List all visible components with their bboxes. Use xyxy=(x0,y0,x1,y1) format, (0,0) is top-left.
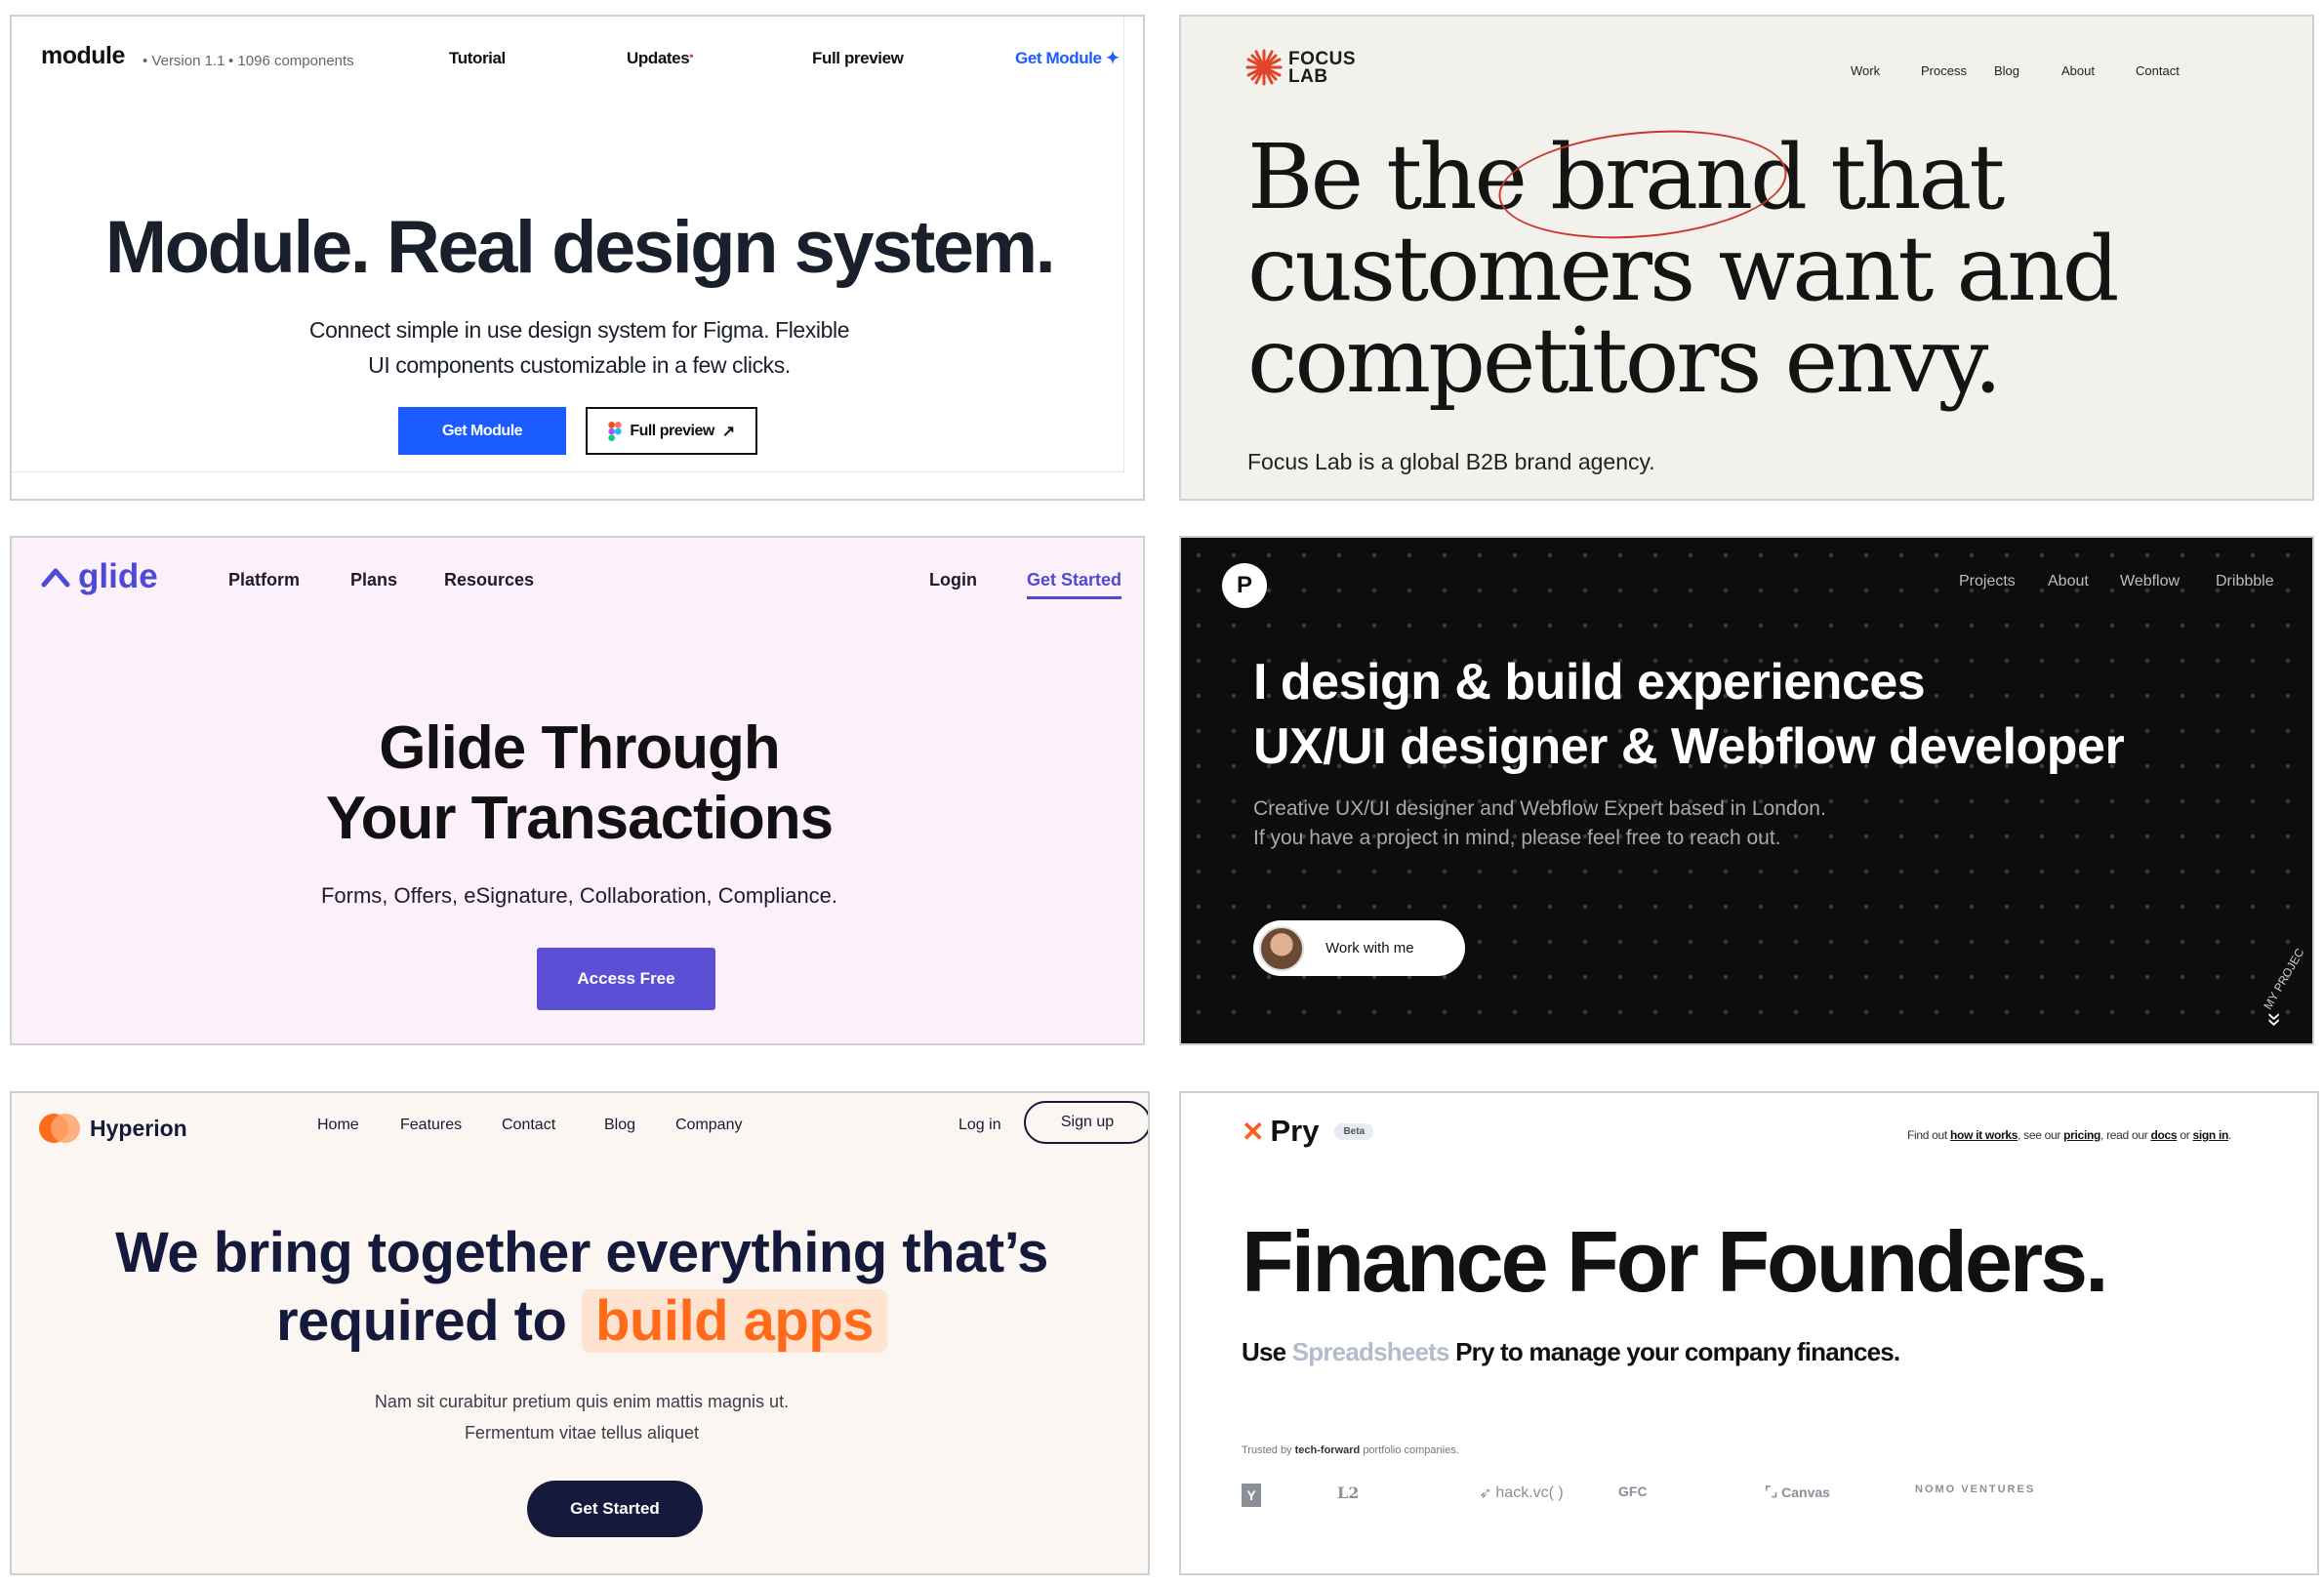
headline-highlight: build apps xyxy=(582,1289,888,1353)
gfc-logo: GFC xyxy=(1618,1484,1648,1499)
get-module-link[interactable]: Get Module ✦ xyxy=(1015,49,1120,68)
get-module-button[interactable]: Get Module xyxy=(398,407,566,455)
docs-link[interactable]: docs xyxy=(2150,1128,2177,1142)
nav-updates[interactable]: Updates• xyxy=(627,49,693,68)
nav-projects[interactable]: Projects xyxy=(1959,573,2016,590)
subtitle-line-1: Creative UX/UI designer and Webflow Expe… xyxy=(1253,797,1826,820)
nav-home[interactable]: Home xyxy=(317,1117,359,1134)
canvas-logo: ⌜⌟ Canvas xyxy=(1765,1484,1830,1500)
ycombinator-logo: Y xyxy=(1242,1484,1261,1507)
headline-line-2: Your Transactions xyxy=(325,785,834,852)
subtitle-line-1: Connect simple in use design system for … xyxy=(308,317,850,343)
trusted-by-text: Trusted by tech-forward portfolio compan… xyxy=(1242,1444,1459,1456)
updates-dot: • xyxy=(689,49,694,62)
glide-wordmark: glide xyxy=(78,557,158,595)
nav-contact[interactable]: Contact xyxy=(502,1117,555,1134)
components-count: • 1096 components xyxy=(228,53,354,69)
nav-process[interactable]: Process xyxy=(1921,63,1967,78)
signin-link[interactable]: sign in xyxy=(2192,1128,2228,1142)
headline-line-2: UX/UI designer & Webflow developer xyxy=(1253,718,2125,775)
double-chevron-down-icon[interactable]: » xyxy=(2261,1012,2291,1026)
sparkle-icon: ✦ xyxy=(1105,49,1120,67)
rotating-badge-text: MY PROJEC xyxy=(2261,946,2307,1012)
pry-logo[interactable]: ✕ Pry Beta xyxy=(1242,1114,1374,1149)
subtitle-line-2: UI components customizable in a few clic… xyxy=(368,352,791,378)
work-with-me-button[interactable]: Work with me xyxy=(1253,920,1465,976)
nav-webflow[interactable]: Webflow xyxy=(2120,573,2180,590)
pricing-link[interactable]: pricing xyxy=(2063,1128,2100,1142)
nav-platform[interactable]: Platform xyxy=(228,570,300,590)
pry-mark-icon: ✕ xyxy=(1242,1116,1265,1147)
nomo-ventures-logo: NOMO VENTURES xyxy=(1915,1484,2036,1495)
nav-about[interactable]: About xyxy=(2048,573,2089,590)
signup-button[interactable]: Sign up xyxy=(1024,1101,1148,1144)
nav-plans[interactable]: Plans xyxy=(350,570,397,590)
hyperion-screenshot: Hyperion Home Features Contact Blog Comp… xyxy=(10,1091,1150,1575)
portfolio-screenshot: P Projects About Webflow Dribbble I desi… xyxy=(1179,536,2314,1045)
nav-resources[interactable]: Resources xyxy=(444,570,534,590)
full-preview-button[interactable]: Full preview ↗ xyxy=(586,407,757,455)
access-free-button[interactable]: Access Free xyxy=(537,948,715,1010)
hyperion-logo[interactable]: Hyperion xyxy=(39,1114,187,1143)
nav-about[interactable]: About xyxy=(2061,63,2095,78)
get-started-link[interactable]: Get Started xyxy=(1027,570,1122,599)
nav-work[interactable]: Work xyxy=(1851,63,1880,78)
hackvc-logo: ➶ hack.vc( ) xyxy=(1479,1484,1564,1502)
pry-wordmark: Pry xyxy=(1270,1114,1320,1148)
sunburst-icon xyxy=(1245,49,1283,86)
arrow-up-right-icon: ↗ xyxy=(721,423,735,440)
nav-blog[interactable]: Blog xyxy=(1994,63,2019,78)
hyperion-wordmark: Hyperion xyxy=(90,1115,187,1141)
nav-full-preview[interactable]: Full preview xyxy=(812,49,904,68)
page-title: Finance For Founders. xyxy=(1242,1213,2109,1310)
full-preview-label: Full preview xyxy=(630,422,714,439)
version-label: • Version 1.1 xyxy=(143,53,225,69)
subtitle-line-2: Fermentum vitae tellus aliquet xyxy=(464,1423,700,1443)
get-started-button[interactable]: Get Started xyxy=(527,1481,703,1537)
nav-features[interactable]: Features xyxy=(400,1117,462,1134)
nav-company[interactable]: Company xyxy=(675,1117,742,1134)
figma-icon xyxy=(608,421,622,441)
nav-tutorial[interactable]: Tutorial xyxy=(449,49,506,68)
subtitle: Forms, Offers, eSignature, Collaboration… xyxy=(320,883,838,908)
chevron-up-icon xyxy=(41,568,70,588)
subtitle-line-1: Nam sit curabitur pretium quis enim matt… xyxy=(374,1392,790,1411)
logo-circles-icon xyxy=(39,1114,80,1143)
top-links: Find out how it works, see our pricing, … xyxy=(1907,1128,2232,1142)
headline-line-1: I design & build experiences xyxy=(1253,654,1926,711)
page-title: Module. Real design system. xyxy=(104,206,1056,289)
nav-blog[interactable]: Blog xyxy=(604,1117,635,1134)
spreadsheets-strike: Spreadsheets xyxy=(1291,1337,1450,1366)
subtitle-line-2: If you have a project in mind, please fe… xyxy=(1253,827,1781,849)
tagline: Focus Lab is a global B2B brand agency. xyxy=(1247,449,1655,474)
focuslab-logo[interactable]: FOCUS LAB xyxy=(1288,50,1366,86)
subtitle: Use Spreadsheets Pry to manage your comp… xyxy=(1242,1337,1900,1366)
beta-badge: Beta xyxy=(1334,1122,1374,1140)
nav-contact[interactable]: Contact xyxy=(2136,63,2180,78)
module-logo[interactable]: module xyxy=(41,42,125,70)
login-link[interactable]: Login xyxy=(929,570,977,590)
pry-screenshot: ✕ Pry Beta Find out how it works, see ou… xyxy=(1179,1091,2319,1575)
headline-line-1: Glide Through xyxy=(379,714,781,782)
focuslab-screenshot: FOCUS LAB Work Process Blog About Contac… xyxy=(1179,15,2314,501)
glide-screenshot: glide Platform Plans Resources Login Get… xyxy=(10,536,1145,1045)
avatar xyxy=(1259,925,1304,971)
glide-logo[interactable]: glide xyxy=(41,557,158,596)
portfolio-logo[interactable]: P xyxy=(1222,563,1267,608)
work-with-me-label: Work with me xyxy=(1325,940,1414,956)
headline-line-2: required to build apps xyxy=(12,1288,1148,1354)
headline-line-1: We bring together everything that’s xyxy=(115,1221,1048,1284)
how-it-works-link[interactable]: how it works xyxy=(1950,1128,2018,1142)
login-link[interactable]: Log in xyxy=(958,1117,1001,1134)
module-screenshot: module • Version 1.1 • 1096 components T… xyxy=(10,15,1145,501)
nav-dribbble[interactable]: Dribbble xyxy=(2216,573,2274,590)
l2-logo: L2 xyxy=(1337,1484,1360,1502)
